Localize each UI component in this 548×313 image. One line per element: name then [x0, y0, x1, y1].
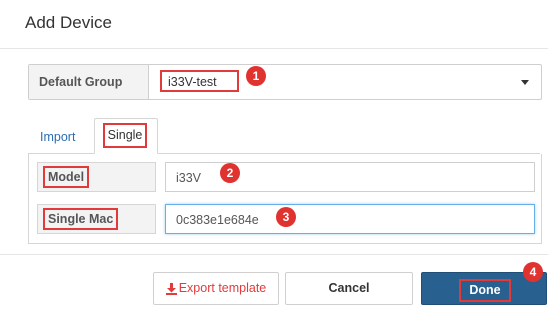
footer-divider — [0, 254, 548, 255]
dialog-header: Add Device — [0, 0, 548, 49]
single-mac-field[interactable]: 0c383e1e684e — [165, 204, 535, 234]
default-group-value-highlight: i33V-test — [160, 70, 239, 92]
annotation-badge-1: 1 — [246, 66, 266, 86]
tab-bar: Import Single — [28, 118, 540, 154]
model-value: i33V — [176, 171, 202, 185]
annotation-badge-2: 2 — [220, 163, 240, 183]
export-template-button[interactable]: Export template — [153, 272, 279, 305]
chevron-down-icon[interactable] — [521, 80, 529, 85]
default-group-label: Default Group — [39, 75, 123, 89]
default-group-label-cell: Default Group — [29, 65, 149, 99]
annotation-badge-3: 3 — [276, 207, 296, 227]
tab-single[interactable]: Single — [94, 118, 158, 154]
model-label-cell: Model — [37, 162, 156, 192]
single-mac-value: 0c383e1e684e — [176, 213, 259, 227]
dialog-title: Add Device — [25, 13, 112, 32]
single-form-panel: Model i33V Single Mac 0c383e1e684e — [28, 154, 542, 244]
model-label: Model — [43, 166, 90, 188]
tab-single-label: Single — [103, 123, 147, 148]
cancel-button[interactable]: Cancel — [285, 272, 413, 305]
default-group-value: i33V-test — [168, 75, 217, 89]
export-template-label: Export template — [178, 281, 267, 295]
download-icon — [165, 282, 177, 295]
tab-import[interactable]: Import — [40, 130, 75, 144]
cancel-label: Cancel — [328, 281, 370, 295]
add-device-dialog: Add Device Default Group i33V-test 1 Imp… — [0, 0, 548, 313]
default-group-select[interactable]: Default Group i33V-test — [28, 64, 542, 100]
annotation-badge-4: 4 — [523, 262, 543, 282]
done-label: Done — [459, 279, 511, 302]
single-mac-label-cell: Single Mac — [37, 204, 156, 234]
single-mac-label: Single Mac — [43, 208, 119, 230]
